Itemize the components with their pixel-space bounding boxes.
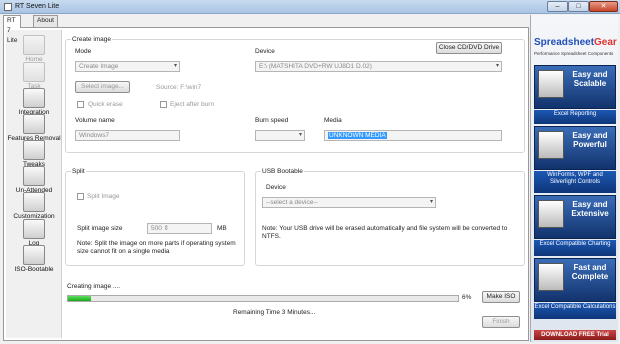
- mode-label: Mode: [75, 48, 92, 55]
- sidebar: Home Task Integration Features Removal T…: [6, 30, 62, 338]
- main-panel: Home Task Integration Features Removal T…: [3, 27, 529, 341]
- log-icon: [23, 219, 45, 239]
- split-size-unit: MB: [217, 225, 227, 232]
- ad-tile[interactable]: Easy and Powerful: [534, 126, 616, 170]
- create-image-legend: Create image: [71, 36, 113, 43]
- sidebar-item-iso-bootable[interactable]: ISO-Bootable: [6, 242, 62, 282]
- window-title: RT Seven Lite: [15, 3, 60, 10]
- ad-subtitle: Performance Spreadsheet Components: [534, 51, 614, 56]
- burn-speed-label: Burn speed: [255, 117, 289, 124]
- chevron-down-icon: ▾: [429, 199, 433, 205]
- sidebar-item-label: ISO-Bootable: [14, 266, 54, 273]
- split-image-checkbox[interactable]: [77, 193, 84, 200]
- ad-tile[interactable]: Fast and Complete: [534, 258, 616, 302]
- iso-bootable-icon: [23, 245, 45, 265]
- split-note: Note: Split the image on more parts if o…: [77, 240, 236, 255]
- report-thumbnail-icon: [538, 70, 564, 98]
- burn-speed-select[interactable]: ▾: [255, 130, 305, 141]
- ad-tile-headline: Easy and Powerful: [572, 131, 608, 149]
- usb-bootable-legend: USB Bootable: [261, 168, 304, 175]
- media-field: UNKNOWN MEDIA: [324, 130, 502, 141]
- split-size-label: Split image size: [77, 225, 123, 232]
- ad-tile-headline: Fast and Complete: [571, 263, 609, 281]
- ad-tile-headline: Easy and Extensive: [571, 200, 609, 218]
- title-bar: RT Seven Lite – □ ✕: [0, 0, 620, 14]
- chevron-down-icon: ▾: [495, 63, 499, 69]
- tab-about[interactable]: About: [33, 15, 58, 27]
- minimize-button[interactable]: –: [547, 1, 568, 12]
- finish-button[interactable]: Finish: [482, 316, 520, 328]
- device-select[interactable]: E:\ (MATSHITA DVD+RW UJ8D1 D.02) ▾: [255, 61, 502, 72]
- source-text: Source: F:\win7: [156, 84, 202, 91]
- device-label: Device: [255, 48, 275, 55]
- split-legend: Split: [71, 168, 86, 175]
- controls-thumbnail-icon: [538, 131, 564, 159]
- progress-percent: 6%: [462, 294, 472, 301]
- volume-name-label: Volume name: [75, 117, 115, 124]
- ad-tile-caption: Excel Compatible Calculations: [534, 303, 616, 319]
- home-icon: [23, 35, 45, 55]
- calculation-thumbnail-icon: [538, 263, 564, 291]
- remaining-time: Remaining Time 3 Minutes...: [233, 309, 316, 316]
- usb-device-placeholder: --select a device--: [266, 199, 318, 206]
- usb-bootable-group: USB Bootable: [255, 168, 525, 266]
- customization-icon: [23, 192, 45, 212]
- make-iso-button[interactable]: Make ISO: [482, 291, 520, 303]
- tweaks-icon: [23, 140, 45, 160]
- logo-part2: Gear: [594, 37, 617, 48]
- maximize-button[interactable]: □: [568, 1, 589, 12]
- logo-part1: Spreadsheet: [534, 37, 595, 48]
- progress-fill: [68, 296, 92, 301]
- mode-value: Create Image: [79, 63, 119, 70]
- ad-tile-caption: Excel Compatible Charting: [534, 240, 616, 256]
- app-icon: [4, 3, 12, 11]
- chart-thumbnail-icon: [538, 200, 564, 228]
- stepper-icon[interactable]: ⇕: [164, 225, 169, 232]
- ad-tile[interactable]: Easy and Scalable: [534, 65, 616, 109]
- eject-after-burn-label: Eject after burn: [170, 101, 215, 108]
- split-image-label: Split Image: [87, 193, 120, 200]
- ad-panel[interactable]: SpreadsheetGear Performance Spreadsheet …: [530, 15, 618, 342]
- split-size-value: 500: [151, 225, 162, 232]
- quick-erase-label: Quick erase: [88, 101, 123, 108]
- progress-status: Creating image ....: [67, 283, 121, 290]
- eject-after-burn-checkbox[interactable]: [160, 101, 167, 108]
- chevron-down-icon: ▾: [173, 63, 177, 69]
- progress-bar: [67, 295, 459, 302]
- close-cd-dvd-button[interactable]: Close CD/DVD Drive: [436, 42, 502, 54]
- features-removal-icon: [23, 114, 45, 134]
- integration-icon: [23, 88, 45, 108]
- device-value: E:\ (MATSHITA DVD+RW UJ8D1 D.02): [259, 63, 372, 70]
- tab-rt7lite[interactable]: RT 7 Lite: [3, 15, 22, 44]
- split-size-field[interactable]: 500 ⇕: [147, 223, 212, 234]
- ad-tile-headline: Easy and Scalable: [572, 70, 608, 88]
- usb-note: Note: Your USB drive will be erased auto…: [262, 225, 508, 240]
- quick-erase-checkbox[interactable]: [77, 101, 84, 108]
- task-icon: [23, 62, 45, 82]
- volume-name-field[interactable]: Windows7: [75, 130, 180, 141]
- select-image-button[interactable]: Select image...: [75, 81, 130, 93]
- spreadsheetgear-logo: SpreadsheetGear: [534, 37, 618, 51]
- chevron-down-icon: ▾: [298, 132, 302, 138]
- ad-tile-caption: WinForms, WPF and Silverlight Controls: [534, 171, 616, 193]
- mode-select[interactable]: Create Image ▾: [75, 61, 180, 72]
- unattended-icon: [23, 166, 45, 186]
- ad-tile[interactable]: Easy and Extensive: [534, 195, 616, 239]
- media-value: UNKNOWN MEDIA: [328, 132, 387, 139]
- usb-device-select[interactable]: --select a device-- ▾: [262, 197, 436, 208]
- close-button[interactable]: ✕: [589, 1, 618, 12]
- media-label: Media: [324, 117, 342, 124]
- download-trial-button[interactable]: DOWNLOAD FREE Trial: [534, 330, 616, 340]
- ad-tile-caption: Excel Reporting: [534, 110, 616, 124]
- usb-device-label: Device: [266, 184, 286, 191]
